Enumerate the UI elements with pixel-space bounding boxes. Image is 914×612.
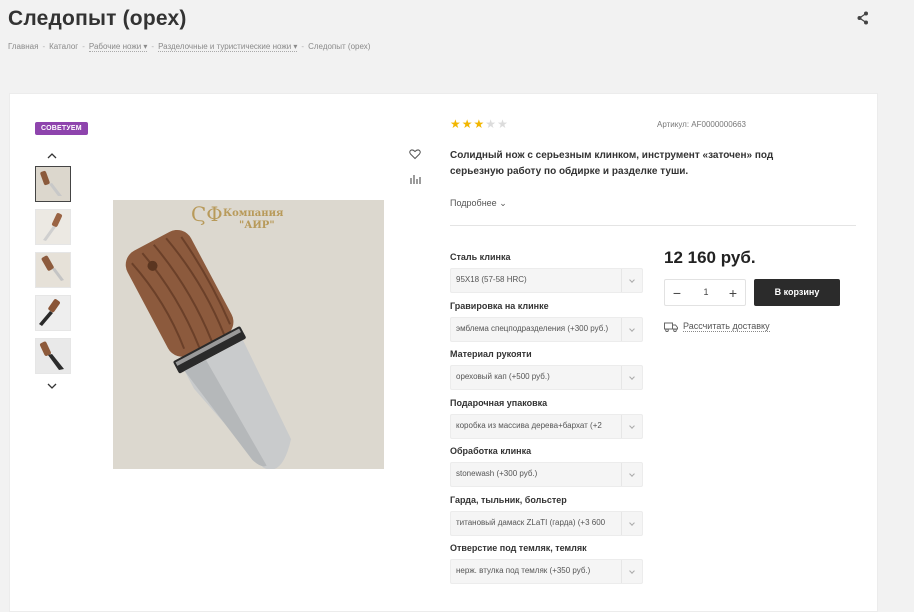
option-label-engraving: Гравировка на клинке <box>450 301 549 311</box>
truck-icon <box>664 322 678 332</box>
chevron-down-icon <box>621 463 642 486</box>
knife-image: ϚΦ Компания "АИР" <box>113 200 384 469</box>
product-main-image[interactable]: ϚΦ Компания "АИР" <box>113 200 384 469</box>
breadcrumb: Главная - Каталог - Рабочие ножи ▾ - Разделочн… <box>8 42 370 52</box>
thumbnail-4[interactable] <box>35 295 71 331</box>
knife-thumbnail-image <box>36 253 70 287</box>
select-lanyard[interactable]: нерж. втулка под темляк (+350 руб.) <box>450 559 643 584</box>
chevron-down-icon <box>621 512 642 535</box>
knife-thumbnail-image <box>36 339 70 373</box>
select-value: 95Х18 (57-58 HRC) <box>456 275 527 284</box>
select-value: эмблема спецподразделения (+300 руб.) <box>456 324 609 333</box>
knife-thumbnail-image <box>36 296 70 330</box>
more-details-link[interactable]: Подробнее ⌄ <box>450 198 507 209</box>
option-label-guard: Гарда, тыльник, больстер <box>450 495 567 505</box>
delivery-calc-label: Рассчитать доставку <box>683 321 770 332</box>
quantity-value[interactable]: 1 <box>695 287 717 297</box>
rating-stars: ★ ★ ★ ★ ★ <box>450 118 508 130</box>
chevron-down-icon[interactable] <box>44 380 60 392</box>
chevron-down-icon <box>621 318 642 341</box>
star-icon: ★ <box>461 117 473 131</box>
page-title: Следопыт (орех) <box>8 7 187 30</box>
chevron-down-icon <box>621 269 642 292</box>
thumbnail-list <box>35 166 71 381</box>
chevron-up-icon[interactable] <box>44 150 60 162</box>
chevron-down-icon: ⌄ <box>499 198 507 208</box>
divider <box>450 225 856 226</box>
quantity-stepper: − 1 + <box>664 279 746 306</box>
breadcrumb-separator: - <box>42 42 46 51</box>
select-value: коробка из массива дерева+бархат (+2 <box>456 421 602 430</box>
select-value: нерж. втулка под темляк (+350 руб.) <box>456 566 591 575</box>
more-details-label: Подробнее <box>450 198 497 208</box>
page-header: Следопыт (орех) Главная - Каталог - Рабочие … <box>0 0 914 72</box>
heart-icon[interactable] <box>409 148 421 160</box>
thumbnail-2[interactable] <box>35 209 71 245</box>
select-value: stonewash (+300 руб.) <box>456 469 538 478</box>
option-label-gift-packaging: Подарочная упаковка <box>450 398 548 408</box>
knife-thumbnail-image <box>36 167 70 201</box>
breadcrumb-item-hunting-knives[interactable]: Разделочные и туристические ножи ▾ <box>158 42 298 52</box>
select-value: титановый дамаск ZLaTI (гарда) (+3 600 <box>456 518 606 527</box>
select-engraving[interactable]: эмблема спецподразделения (+300 руб.) <box>450 317 643 342</box>
breadcrumb-label: Рабочие ножи <box>88 42 142 51</box>
chevron-down-icon <box>621 560 642 583</box>
select-guard[interactable]: титановый дамаск ZLaTI (гарда) (+3 600 <box>450 511 643 536</box>
thumbnail-1[interactable] <box>35 166 71 202</box>
quantity-increase-button[interactable]: + <box>723 283 743 303</box>
breadcrumb-label: Разделочные и туристические ножи <box>158 42 292 51</box>
select-handle-material[interactable]: ореховый кап (+500 руб.) <box>450 365 643 390</box>
select-gift-packaging[interactable]: коробка из массива дерева+бархат (+2 <box>450 414 643 439</box>
breadcrumb-separator: - <box>82 42 85 51</box>
svg-text:ϚΦ: ϚΦ <box>191 202 223 226</box>
star-icon: ★ <box>497 117 508 131</box>
breadcrumb-separator: - <box>301 42 305 51</box>
star-icon: ★ <box>473 117 485 131</box>
thumbnail-5[interactable] <box>35 338 71 374</box>
option-label-handle-material: Материал рукояти <box>450 349 532 359</box>
svg-text:Компания: Компания <box>223 208 284 219</box>
option-label-lanyard: Отверстие под темляк, темляк <box>450 543 587 553</box>
breadcrumb-item-current: Следопыт (орех) <box>308 42 371 51</box>
breadcrumb-item-home[interactable]: Главная <box>8 42 38 51</box>
breadcrumb-item-catalog[interactable]: Каталог <box>49 42 78 51</box>
select-value: ореховый кап (+500 руб.) <box>456 372 550 381</box>
breadcrumb-item-work-knives[interactable]: Рабочие ножи ▾ <box>88 42 148 52</box>
sku-label: Артикул: AF0000000663 <box>657 120 746 129</box>
knife-thumbnail-image <box>36 210 70 244</box>
product-price: 12 160 руб. <box>664 248 756 267</box>
option-label-blade-finish: Обработка клинка <box>450 446 532 456</box>
svg-text:"АИР": "АИР" <box>239 220 275 231</box>
chevron-down-icon <box>621 366 642 389</box>
delivery-calc-link[interactable]: Рассчитать доставку <box>664 321 770 332</box>
select-blade-steel[interactable]: 95Х18 (57-58 HRC) <box>450 268 643 293</box>
select-blade-finish[interactable]: stonewash (+300 руб.) <box>450 462 643 487</box>
add-to-cart-button[interactable]: В корзину <box>754 279 840 306</box>
option-label-blade-steel: Сталь клинка <box>450 252 511 262</box>
thumbnail-3[interactable] <box>35 252 71 288</box>
recommended-badge: СОВЕТУЕМ <box>35 122 88 135</box>
star-icon: ★ <box>450 117 461 131</box>
star-icon: ★ <box>485 117 497 131</box>
chevron-down-icon <box>621 415 642 438</box>
quantity-decrease-button[interactable]: − <box>667 283 687 303</box>
share-icon[interactable] <box>855 10 871 26</box>
breadcrumb-separator: - <box>151 42 155 51</box>
compare-icon[interactable] <box>409 173 421 185</box>
product-description: Солидный нож с серьезным клинком, инстру… <box>450 150 774 177</box>
